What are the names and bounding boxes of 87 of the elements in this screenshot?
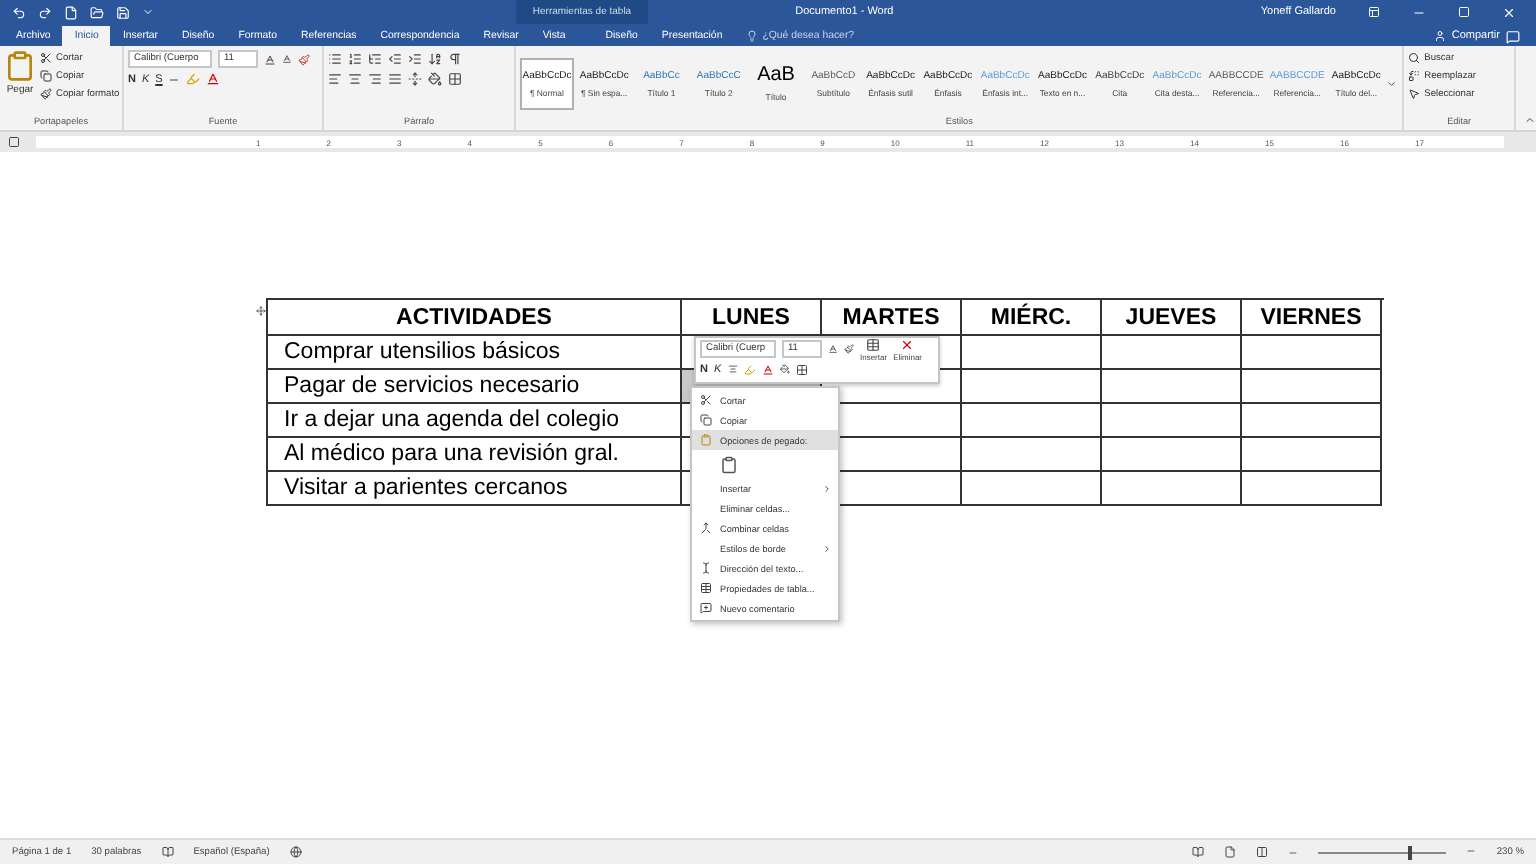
clipboard-icon[interactable] bbox=[699, 434, 711, 446]
close-icon[interactable] bbox=[1502, 5, 1516, 19]
pilcrow-icon[interactable] bbox=[447, 52, 462, 66]
table-icon bbox=[866, 337, 881, 351]
customize-icon[interactable] bbox=[142, 6, 154, 18]
table-cell: Pagar de servicios necesario bbox=[268, 370, 682, 404]
table-cell[interactable] bbox=[962, 336, 1102, 370]
table-icon[interactable] bbox=[699, 582, 711, 594]
undo-icon[interactable] bbox=[12, 5, 26, 19]
search-icon bbox=[1408, 52, 1421, 64]
shading-icon[interactable] bbox=[427, 72, 442, 86]
folder-icon[interactable] bbox=[90, 5, 104, 19]
multilevel-list-icon[interactable] bbox=[367, 52, 382, 66]
person-icon bbox=[1433, 30, 1446, 42]
macro-icon[interactable] bbox=[289, 846, 302, 858]
comment-icon[interactable] bbox=[699, 602, 711, 614]
increase-indent-icon[interactable] bbox=[407, 52, 422, 66]
table-cell: Visitar a parientes cercanos bbox=[268, 472, 682, 506]
table-cell[interactable] bbox=[1102, 404, 1242, 438]
table-cell[interactable] bbox=[1242, 438, 1382, 472]
paintbrush-icon bbox=[40, 88, 52, 100]
table-cell: Ir a dejar una agenda del colegio bbox=[268, 404, 682, 438]
table-cell[interactable] bbox=[962, 472, 1102, 506]
zoom-slider-thumb[interactable] bbox=[1408, 845, 1413, 859]
keep-text-only-icon[interactable] bbox=[720, 455, 738, 473]
tab-selector-icon[interactable] bbox=[8, 136, 20, 148]
scissors-icon bbox=[40, 52, 52, 64]
print-layout-icon[interactable] bbox=[1224, 846, 1237, 858]
table-cell: Al médico para una revisión gral. bbox=[268, 438, 682, 472]
shading-icon[interactable] bbox=[779, 364, 790, 374]
pointer-icon bbox=[1408, 88, 1421, 100]
column-header: MIÉRC. bbox=[962, 300, 1102, 336]
font-color-icon[interactable] bbox=[206, 72, 221, 86]
table-cell: Comprar utensilios básicos bbox=[268, 336, 682, 370]
gallery-more-icon[interactable] bbox=[1386, 77, 1399, 89]
lightbulb-icon bbox=[746, 30, 759, 42]
justify-icon[interactable] bbox=[387, 72, 402, 86]
column-header: ACTIVIDADES bbox=[268, 300, 682, 336]
maximize-icon[interactable] bbox=[1458, 6, 1470, 18]
align-right-icon[interactable] bbox=[367, 72, 382, 86]
web-layout-icon[interactable] bbox=[1256, 846, 1269, 858]
read-mode-icon[interactable] bbox=[1192, 846, 1205, 858]
clipboard-icon bbox=[4, 50, 36, 82]
table-cell[interactable] bbox=[1242, 472, 1382, 506]
align-left-icon[interactable] bbox=[327, 72, 342, 86]
table-cell[interactable] bbox=[962, 438, 1102, 472]
table-cell[interactable] bbox=[1242, 336, 1382, 370]
new-document-icon[interactable] bbox=[64, 5, 78, 19]
numbering-icon[interactable] bbox=[347, 52, 362, 66]
merge-icon[interactable] bbox=[699, 522, 711, 534]
ribbon-display-icon[interactable] bbox=[1368, 6, 1380, 18]
table-cell[interactable] bbox=[1242, 370, 1382, 404]
format-painter-icon[interactable] bbox=[844, 344, 854, 354]
column-header: LUNES bbox=[682, 300, 822, 336]
column-header: MARTES bbox=[822, 300, 962, 336]
column-header: JUEVES bbox=[1102, 300, 1242, 336]
clear-format-icon[interactable] bbox=[298, 53, 310, 65]
sort-icon[interactable] bbox=[427, 52, 442, 66]
table-cell[interactable] bbox=[1242, 404, 1382, 438]
redo-icon[interactable] bbox=[38, 5, 52, 19]
proofing-icon[interactable] bbox=[161, 846, 174, 858]
table-cell[interactable] bbox=[1102, 336, 1242, 370]
bullets-icon[interactable] bbox=[327, 52, 342, 66]
grow-font-icon[interactable] bbox=[828, 344, 838, 354]
borders-icon[interactable] bbox=[795, 363, 808, 375]
save-icon[interactable] bbox=[116, 5, 130, 19]
table-cell[interactable] bbox=[1102, 438, 1242, 472]
table-cell[interactable] bbox=[962, 370, 1102, 404]
table-cell[interactable] bbox=[962, 404, 1102, 438]
decrease-indent-icon[interactable] bbox=[387, 52, 402, 66]
comments-icon[interactable] bbox=[1506, 29, 1520, 43]
collapse-ribbon-icon[interactable] bbox=[1524, 114, 1536, 126]
borders-icon[interactable] bbox=[447, 72, 462, 86]
text-direction-icon[interactable] bbox=[699, 562, 711, 574]
shrink-font-icon[interactable] bbox=[282, 54, 292, 64]
grow-font-icon[interactable] bbox=[264, 53, 276, 65]
font-color-icon[interactable] bbox=[761, 363, 774, 375]
column-header: VIERNES bbox=[1242, 300, 1382, 336]
copy-icon[interactable] bbox=[699, 414, 711, 426]
table-cell[interactable] bbox=[1102, 370, 1242, 404]
delete-icon bbox=[900, 337, 915, 351]
copy-icon bbox=[40, 70, 52, 82]
align-center-icon[interactable] bbox=[347, 72, 362, 86]
line-spacing-icon[interactable] bbox=[407, 72, 422, 86]
scissors-icon[interactable] bbox=[699, 394, 711, 406]
table-move-handle-icon[interactable] bbox=[256, 306, 266, 316]
table-cell[interactable] bbox=[1102, 472, 1242, 506]
